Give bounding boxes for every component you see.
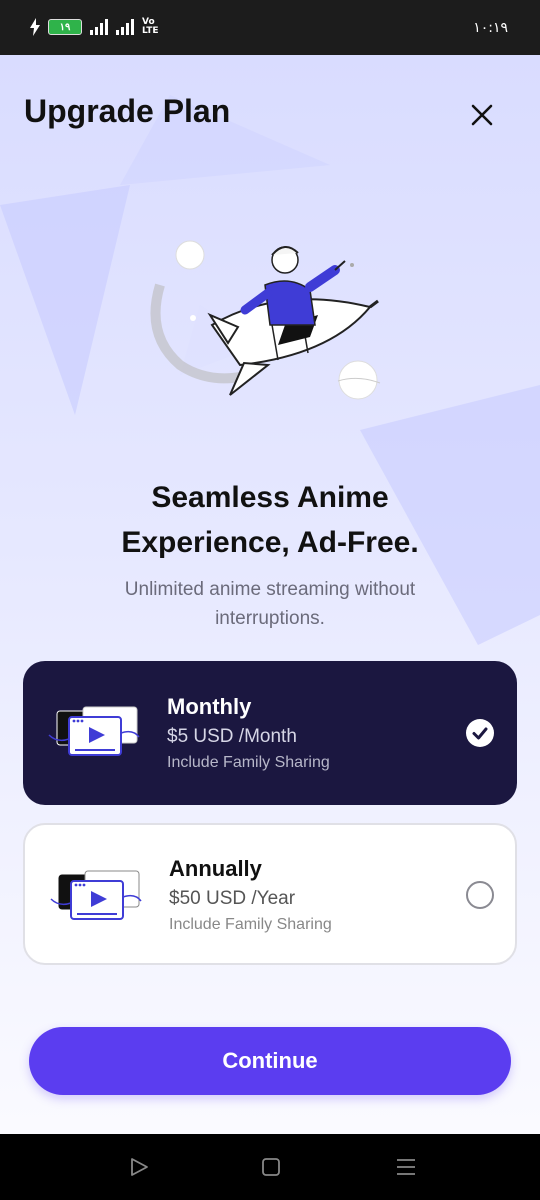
video-player-icon xyxy=(50,870,142,920)
hero-headline: Seamless Anime Experience, Ad-Free. xyxy=(40,475,500,565)
hero-subtitle-line1: Unlimited anime streaming without xyxy=(124,579,416,600)
volte-line2: LTE xyxy=(142,26,159,36)
hero-headline-line1: Seamless Anime xyxy=(151,481,389,514)
upgrade-plan-screen: Upgrade Plan Seamless Anime Experience, … xyxy=(0,55,540,1134)
plan-card-monthly[interactable]: Monthly $5 USD /Month Include Family Sha… xyxy=(23,661,517,805)
continue-button[interactable]: Continue xyxy=(29,1027,511,1095)
signal-icon xyxy=(90,19,108,35)
plan-radio-unselected[interactable] xyxy=(466,881,494,909)
close-button[interactable] xyxy=(462,95,502,135)
plan-name: Monthly xyxy=(167,694,252,719)
nav-menu-button[interactable] xyxy=(393,1154,419,1180)
home-square-icon xyxy=(262,1158,280,1176)
plan-name: Annually xyxy=(169,856,262,881)
close-icon xyxy=(471,104,493,126)
plan-card-annually[interactable]: Annually $50 USD /Year Include Family Sh… xyxy=(23,823,517,965)
video-player-icon xyxy=(48,706,140,756)
rocket-illustration xyxy=(150,240,381,400)
volte-indicator: Vo LTE xyxy=(142,18,159,36)
status-icons: ١٩ Vo LTE xyxy=(30,18,159,36)
page-title: Upgrade Plan xyxy=(24,93,231,129)
nav-home-button[interactable] xyxy=(258,1154,284,1180)
plan-price: $5 USD /Month xyxy=(167,726,297,747)
battery-level: ١٩ xyxy=(59,21,71,33)
plan-note: Include Family Sharing xyxy=(167,754,330,771)
hero-headline-line2: Experience, Ad-Free. xyxy=(121,526,419,559)
menu-lines-icon xyxy=(397,1159,415,1175)
status-bar: ١٩ Vo LTE ١٠:١٩ xyxy=(0,0,540,55)
plan-price: $50 USD /Year xyxy=(169,888,296,909)
hero-subtitle-line2: interruptions. xyxy=(215,608,325,629)
hero-subtitle: Unlimited anime streaming without interr… xyxy=(80,575,460,633)
back-triangle-icon xyxy=(131,1158,148,1176)
plan-note: Include Family Sharing xyxy=(169,916,332,933)
system-nav-bar xyxy=(0,1134,540,1200)
signal-icon-2 xyxy=(116,19,134,35)
charging-icon xyxy=(30,18,40,36)
nav-back-button[interactable] xyxy=(126,1154,152,1180)
checkmark-icon xyxy=(472,727,488,740)
battery-indicator: ١٩ xyxy=(48,19,82,35)
status-time: ١٠:١٩ xyxy=(473,20,508,36)
plan-radio-selected[interactable] xyxy=(466,719,494,747)
